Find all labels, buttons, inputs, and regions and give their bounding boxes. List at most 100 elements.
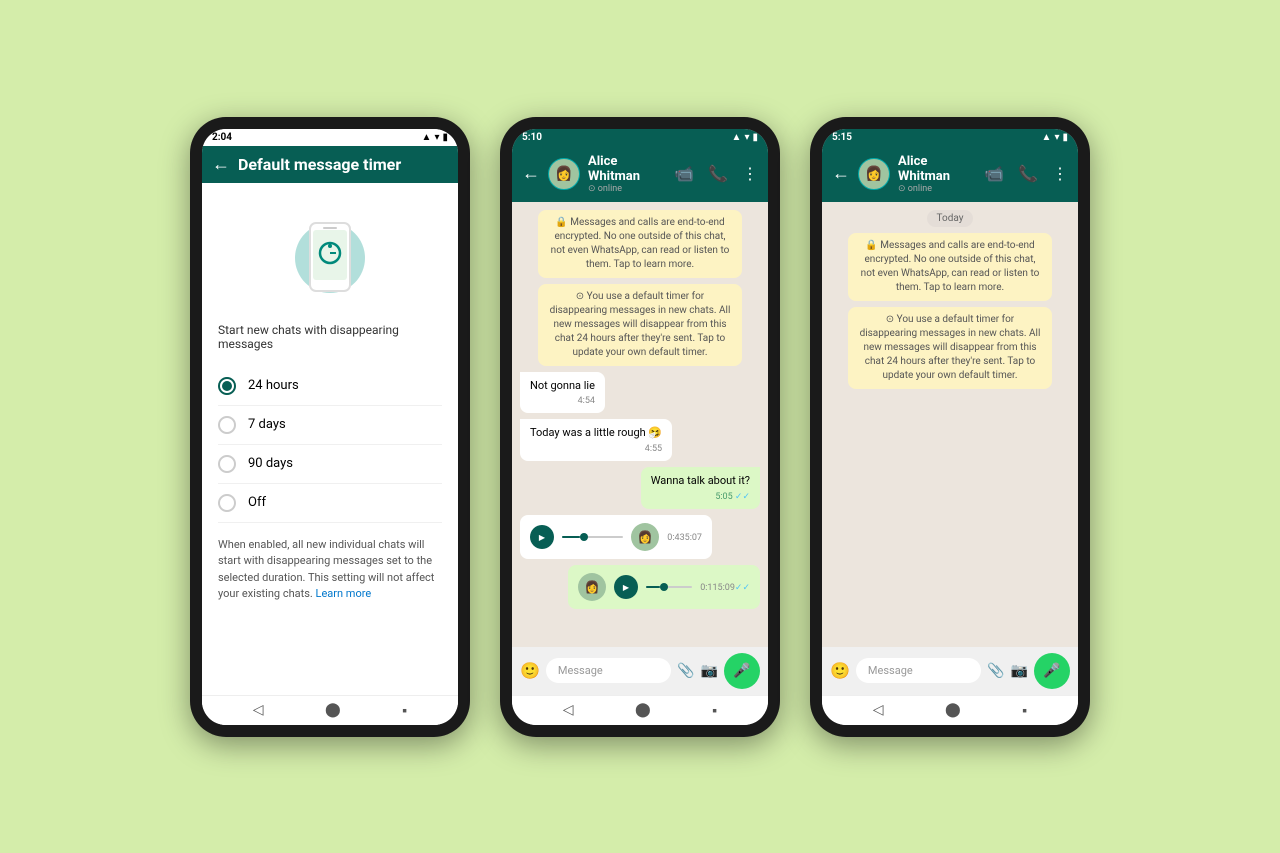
audio-time-sent: 5:09 (718, 583, 735, 593)
nav-back-1[interactable]: ◁ (253, 702, 264, 719)
menu-icon-3[interactable]: ⋮ (1052, 164, 1068, 183)
nav-back-2[interactable]: ◁ (563, 702, 574, 719)
emoji-icon-2[interactable]: 🙂 (520, 661, 540, 680)
audio-wave-sent (646, 586, 692, 588)
audio-msg-received: ▶ 👩 0:43 5:07 (520, 515, 712, 559)
system-msg-3b: ⊙ You use a default timer for disappeari… (848, 307, 1052, 389)
system-msg-2-text: ⊙ You use a default timer for disappeari… (550, 291, 731, 358)
audio-progress-received (562, 536, 580, 538)
back-button-3[interactable]: ← (832, 163, 850, 184)
chat-input-bar-2: 🙂 Message 📎 📷 🎤 (512, 647, 768, 695)
nav-bar-3: ◁ ⬤ ▪ (822, 695, 1078, 725)
phone-1: 2:04 ▲ ▾ ▮ ← Default message timer (190, 117, 470, 737)
settings-screen: Start new chats with disappearing messag… (202, 183, 458, 725)
emoji-icon-3[interactable]: 🙂 (830, 661, 850, 680)
settings-description: Start new chats with disappearing messag… (218, 323, 442, 351)
menu-icon-2[interactable]: ⋮ (742, 164, 758, 183)
status-icons-1: ▲ ▾ ▮ (422, 132, 448, 143)
online-icon-3: ⊙ (898, 184, 906, 194)
phone-3: 5:15 ▲ ▾ ▮ ← 👩 Alice Whitman ⊙ online (810, 117, 1090, 737)
audio-duration-sent: 0:11 (700, 583, 717, 593)
read-receipt-3: ✓✓ (735, 492, 750, 502)
system-msg-1: 🔒 Messages and calls are end-to-end encr… (538, 210, 742, 278)
option-off[interactable]: Off (218, 484, 442, 523)
contact-status-3: ⊙ online (898, 184, 976, 194)
audio-wave-received (562, 536, 623, 538)
nav-home-3[interactable]: ⬤ (945, 702, 961, 719)
system-msg-3a: 🔒 Messages and calls are end-to-end encr… (848, 233, 1052, 301)
label-24h: 24 hours (248, 378, 299, 393)
option-7d[interactable]: 7 days (218, 406, 442, 445)
learn-more-link[interactable]: Learn more (316, 587, 372, 600)
label-7d: 7 days (248, 417, 286, 432)
audio-avatar-received: 👩 (631, 523, 659, 551)
nav-recent-1[interactable]: ▪ (402, 702, 407, 719)
status-time-3: 5:15 (832, 132, 852, 143)
mic-button-3[interactable]: 🎤 (1034, 653, 1070, 689)
option-24h[interactable]: 24 hours (218, 367, 442, 406)
message-input-2[interactable]: Message (546, 658, 671, 683)
battery-2: ▮ (752, 132, 758, 143)
radio-off[interactable] (218, 494, 236, 512)
attach-icon-3[interactable]: 📎 (987, 663, 1004, 679)
nav-recent-2[interactable]: ▪ (712, 702, 717, 719)
contact-name-3: Alice Whitman (898, 154, 976, 184)
msg-wanna-talk: Wanna talk about it? 5:05 ✓✓ (641, 467, 760, 509)
system-msg-1-text: 🔒 Messages and calls are end-to-end encr… (551, 217, 730, 270)
nav-bar-1: ◁ ⬤ ▪ (202, 695, 458, 725)
system-msg-3a-text: 🔒 Messages and calls are end-to-end encr… (861, 240, 1040, 293)
msg-time-3: 5:05 ✓✓ (651, 491, 750, 504)
audio-bottom-received: 0:43 5:07 (667, 533, 702, 543)
msg-time-2: 4:55 (530, 443, 662, 456)
chat-area-2: 🔒 Messages and calls are end-to-end encr… (512, 202, 768, 647)
status-bar-1: 2:04 ▲ ▾ ▮ (202, 129, 458, 146)
voice-call-icon-3[interactable]: 📞 (1018, 164, 1038, 183)
wifi-3: ▾ (1054, 132, 1059, 143)
nav-home-2[interactable]: ⬤ (635, 702, 651, 719)
status-icons-3: ▲ ▾ ▮ (1042, 132, 1068, 143)
chat-input-bar-3: 🙂 Message 📎 📷 🎤 (822, 647, 1078, 695)
video-call-icon-3[interactable]: 📹 (984, 164, 1004, 183)
settings-footer: When enabled, all new individual chats w… (218, 537, 442, 603)
radio-24h[interactable] (218, 377, 236, 395)
play-button-sent[interactable]: ▶ (614, 575, 638, 599)
back-button-1[interactable]: ← (212, 154, 230, 175)
voice-call-icon[interactable]: 📞 (708, 164, 728, 183)
signal-2: ▲ (732, 132, 742, 143)
play-button-received[interactable]: ▶ (530, 525, 554, 549)
message-input-3[interactable]: Message (856, 658, 981, 683)
label-off: Off (248, 495, 266, 510)
radio-7d[interactable] (218, 416, 236, 434)
header-icons-3: 📹 📞 ⋮ (984, 164, 1068, 183)
contact-name-2: Alice Whitman (588, 154, 666, 184)
phone-illustration (218, 213, 442, 303)
option-90d[interactable]: 90 days (218, 445, 442, 484)
radio-90d[interactable] (218, 455, 236, 473)
msg-wanna-talk-text: Wanna talk about it? (651, 474, 750, 487)
back-button-2[interactable]: ← (522, 163, 540, 184)
camera-icon-3[interactable]: 📷 (1011, 663, 1028, 679)
audio-time-received: 5:07 (685, 533, 702, 543)
phones-container: 2:04 ▲ ▾ ▮ ← Default message timer (190, 117, 1090, 737)
signal-icon-1: ▲ (422, 132, 432, 143)
attach-icon-2[interactable]: 📎 (677, 663, 694, 679)
camera-icon-2[interactable]: 📷 (701, 663, 718, 679)
video-call-icon[interactable]: 📹 (674, 164, 694, 183)
nav-back-3[interactable]: ◁ (873, 702, 884, 719)
nav-recent-3[interactable]: ▪ (1022, 702, 1027, 719)
mic-button-2[interactable]: 🎤 (724, 653, 760, 689)
input-placeholder-3: Message (868, 664, 913, 677)
audio-progress-sent (646, 586, 660, 588)
date-badge: Today (927, 210, 974, 227)
contact-status-2: ⊙ online (588, 184, 666, 194)
signal-3: ▲ (1042, 132, 1052, 143)
audio-msg-sent: 👩 ▶ 0:11 5:09 ✓✓ (568, 565, 760, 609)
settings-header: ← Default message timer (202, 146, 458, 183)
status-time-2: 5:10 (522, 132, 542, 143)
status-time-1: 2:04 (212, 132, 232, 143)
audio-dot-sent (660, 583, 668, 591)
nav-home-1[interactable]: ⬤ (325, 702, 341, 719)
online-icon-2: ⊙ (588, 184, 596, 194)
input-placeholder-2: Message (558, 664, 603, 677)
radio-inner-24h (222, 381, 232, 391)
